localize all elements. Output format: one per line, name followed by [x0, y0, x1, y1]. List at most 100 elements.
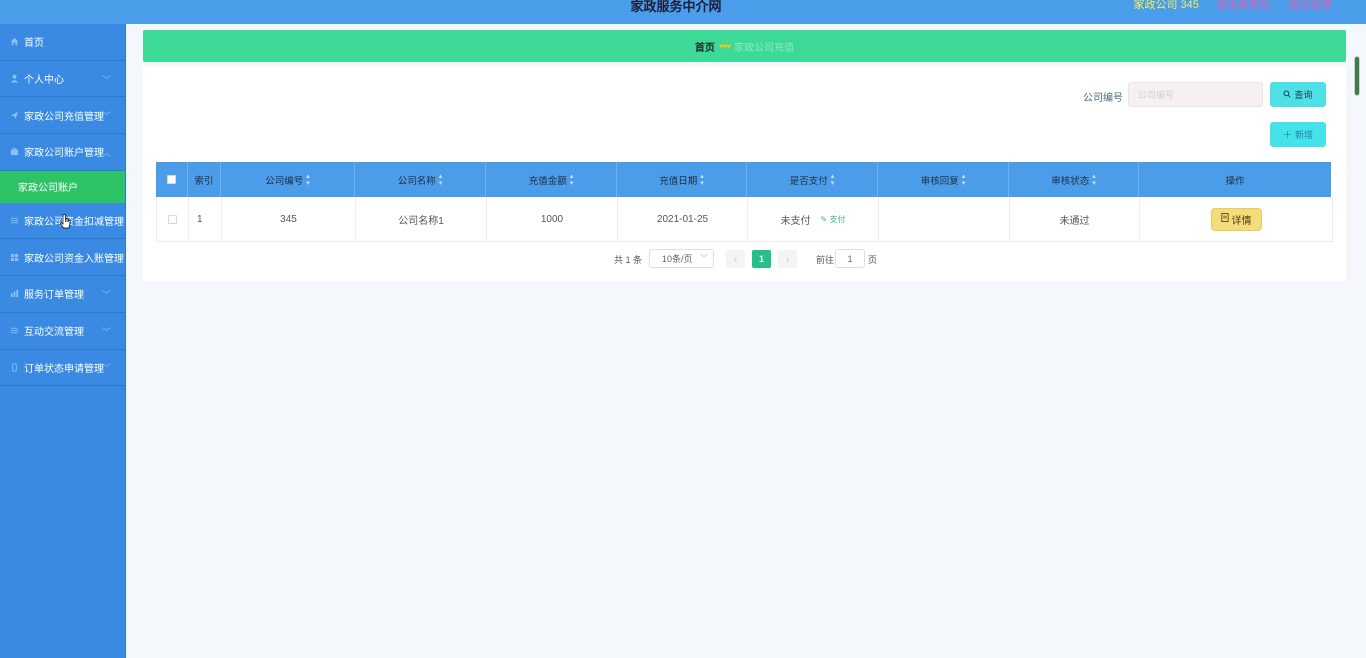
cell-actions: 详情	[1140, 197, 1332, 241]
query-button-label: 查询	[1294, 90, 1313, 100]
cell-company-no: 345	[222, 197, 356, 241]
sort-icon[interactable]: ▴ ▾	[439, 173, 443, 187]
sidebar-item-interaction[interactable]: 互动交流管理 ﹀	[0, 313, 125, 350]
sidebar-item-label: 家政公司资金入账管理	[24, 253, 124, 265]
sidebar-item-order-status[interactable]: 订单状态申请管理 ﹀	[0, 350, 125, 387]
goto-page-input[interactable]	[835, 249, 865, 268]
cell-reply	[879, 197, 1010, 241]
cell-index: 1	[189, 197, 222, 241]
sidebar-item-label: 服务订单管理	[24, 290, 84, 302]
table-header: 索引 公司编号 ▴ ▾ 公司名称 ▴ ▾ 充值金额 ▴ ▾ 充值日期 ▴ ▾ 是否支付 ▴ ▾ 审核…	[156, 162, 1331, 197]
sort-icon[interactable]: ▴ ▾	[962, 173, 966, 187]
cell-paid: 未支付 ✎ 支付	[748, 197, 879, 241]
col-header-company-name[interactable]: 公司名称 ▴ ▾	[355, 162, 486, 197]
breadcrumb-separator-icon: ♥♥♥	[718, 41, 731, 51]
sidebar-subitem-company-account[interactable]: 家政公司账户	[0, 170, 125, 203]
send-icon	[9, 110, 19, 120]
edit-icon: ✎	[820, 214, 828, 224]
user-label: 家政公司 345	[1133, 0, 1199, 11]
select-all-checkbox[interactable]	[167, 175, 176, 184]
chevron-down-icon: ﹀	[101, 326, 111, 337]
document-icon	[1220, 213, 1229, 225]
plus-icon: ＋	[1282, 130, 1292, 140]
sidebar-item-profile[interactable]: 个人中心 ﹀	[0, 61, 125, 98]
sidebar-item-recharge[interactable]: 家政公司充值管理 ﹀	[0, 97, 125, 135]
cell-company-name: 公司名称1	[356, 197, 487, 241]
sidebar-item-label: 互动交流管理	[24, 327, 84, 339]
sidebar-item-income[interactable]: 家政公司资金入账管理	[0, 239, 125, 277]
page-suffix: 页	[868, 255, 878, 265]
search-label: 公司编号	[1083, 93, 1123, 104]
company-no-search-input[interactable]	[1128, 82, 1263, 107]
grid-icon	[9, 252, 19, 262]
breadcrumb-home[interactable]: 首页	[695, 39, 715, 54]
back-to-frontend-link[interactable]: 退出到前台	[1216, 0, 1271, 11]
sidebar: 首页 个人中心 ﹀ 家政公司充值管理 ﹀ 家政公司账户管理 ︿ 家政公司账户 家…	[0, 24, 126, 658]
chevron-down-icon: ﹀	[101, 74, 111, 85]
breadcrumb-current: 家政公司充值	[734, 42, 795, 54]
cell-amount: 1000	[487, 197, 618, 241]
goto-label: 前往	[816, 255, 835, 265]
top-right-links: 家政公司 345 退出到前台 退出登录	[1119, 0, 1332, 11]
search-icon	[1283, 89, 1292, 100]
col-header-company-no[interactable]: 公司编号 ▴ ▾	[221, 162, 355, 197]
page-size-select[interactable]: 10条/页 ﹀	[649, 249, 714, 268]
col-header-reply[interactable]: 审核回复 ▴ ▾	[878, 162, 1009, 197]
select-all-cell	[156, 162, 188, 197]
sidebar-item-label: 首页	[24, 38, 44, 50]
sidebar-item-label: 家政公司资金扣减管理	[24, 217, 124, 229]
chevron-down-icon: ﹀	[101, 363, 111, 374]
sidebar-item-label: 家政公司账户管理	[24, 148, 104, 160]
paid-status-text: 未支付	[780, 215, 811, 227]
chevron-down-icon: ﹀	[101, 289, 111, 300]
col-header-status[interactable]: 审核状态 ▴ ▾	[1009, 162, 1139, 197]
home-icon	[9, 37, 19, 47]
vertical-scrollbar[interactable]	[1354, 56, 1360, 96]
sidebar-item-label: 家政公司充值管理	[24, 111, 104, 123]
col-header-paid[interactable]: 是否支付 ▴ ▾	[747, 162, 878, 197]
pay-link[interactable]: ✎ 支付	[821, 214, 846, 225]
table-row: 1 345 公司名称1 1000 2021-01-25 未支付 ✎ 支付 未通过…	[156, 197, 1333, 242]
sort-icon[interactable]: ▴ ▾	[700, 173, 704, 187]
list-icon	[9, 326, 19, 336]
pagination-total: 共 1 条	[614, 255, 643, 265]
col-header-index: 索引	[188, 162, 221, 197]
briefcase-icon	[9, 147, 19, 157]
top-header: 家政服务中介网 家政公司 345 退出到前台 退出登录	[0, 0, 1366, 24]
col-header-actions: 操作	[1225, 175, 1245, 187]
detail-button[interactable]: 详情	[1210, 207, 1262, 231]
list-icon	[9, 216, 19, 226]
sidebar-item-account[interactable]: 家政公司账户管理 ︿	[0, 134, 125, 171]
chevron-up-icon: ︿	[101, 147, 111, 158]
sort-icon[interactable]: ▴ ▾	[570, 173, 574, 187]
breadcrumb: 首页 ♥♥♥ 家政公司充值	[143, 30, 1346, 62]
phone-icon	[9, 362, 19, 372]
chevron-right-icon: ›	[785, 253, 790, 265]
add-button-label: 新增	[1295, 130, 1314, 140]
chevron-down-icon: ﹀	[700, 254, 708, 263]
sidebar-item-label: 订单状态申请管理	[24, 363, 104, 375]
sidebar-item-orders[interactable]: 服务订单管理 ﹀	[0, 276, 125, 313]
page-number-button[interactable]: 1	[752, 250, 771, 268]
row-select-cell	[157, 197, 189, 241]
col-header-date[interactable]: 充值日期 ▴ ▾	[617, 162, 747, 197]
add-button[interactable]: ＋ 新增	[1270, 122, 1326, 147]
chevron-left-icon: ‹	[733, 253, 738, 265]
sort-icon[interactable]: ▴ ▾	[306, 173, 310, 187]
sort-icon[interactable]: ▴ ▾	[1092, 173, 1096, 187]
cell-status: 未通过	[1010, 197, 1140, 241]
query-button[interactable]: 查询	[1270, 82, 1326, 107]
logout-link[interactable]: 退出登录	[1288, 0, 1332, 11]
col-header-amount[interactable]: 充值金额 ▴ ▾	[486, 162, 617, 197]
sidebar-item-label: 个人中心	[24, 75, 64, 87]
chart-icon	[9, 289, 19, 299]
mouse-pointer-icon	[60, 214, 72, 230]
sidebar-item-home[interactable]: 首页	[0, 24, 125, 61]
prev-page-button[interactable]: ‹	[726, 250, 745, 268]
cell-date: 2021-01-25	[618, 197, 748, 241]
user-icon	[9, 74, 19, 84]
next-page-button[interactable]: ›	[778, 250, 797, 268]
row-checkbox[interactable]	[168, 214, 177, 224]
sort-icon[interactable]: ▴ ▾	[831, 173, 835, 187]
chevron-down-icon: ﹀	[101, 111, 111, 122]
